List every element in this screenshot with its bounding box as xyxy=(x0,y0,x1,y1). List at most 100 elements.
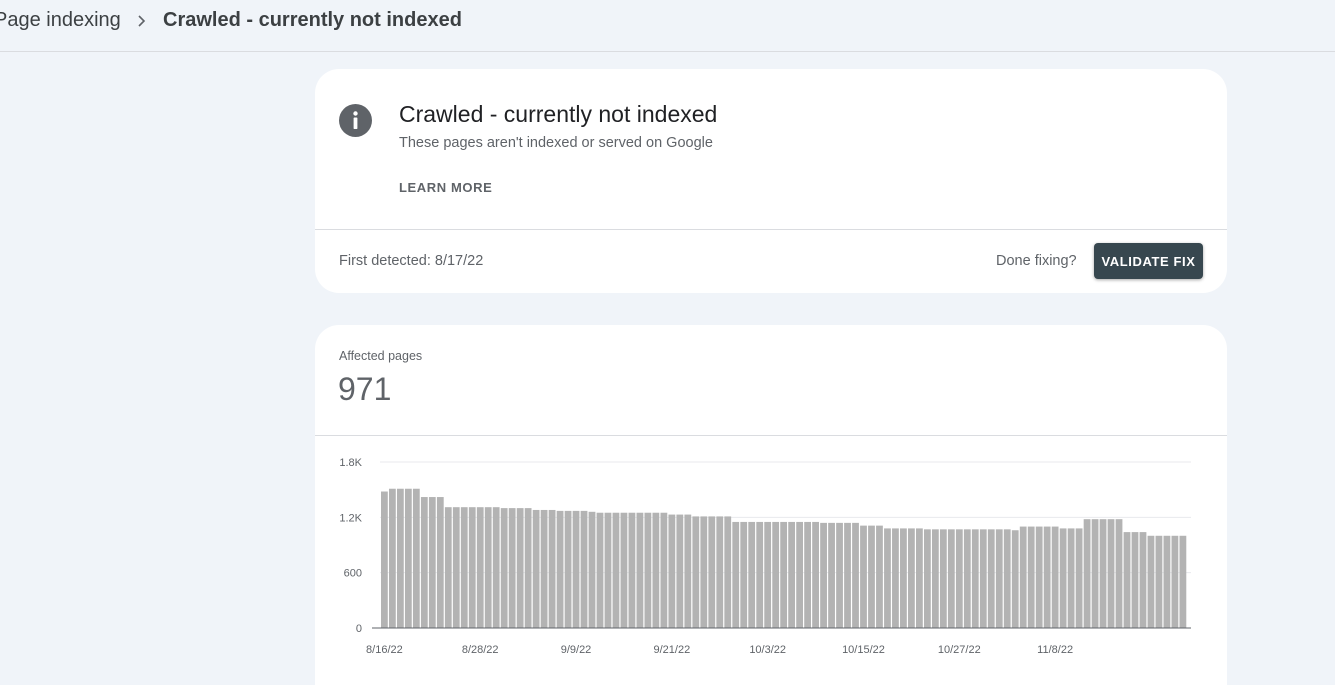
chart-bar[interactable] xyxy=(412,488,420,628)
chart-bar[interactable] xyxy=(588,511,596,628)
chart-bar[interactable] xyxy=(1035,526,1043,628)
chart-bar[interactable] xyxy=(668,514,676,628)
chart-bar[interactable] xyxy=(381,491,388,628)
chart-bar[interactable] xyxy=(444,507,452,628)
chart-bar[interactable] xyxy=(764,521,772,628)
chart-bar[interactable] xyxy=(812,521,819,628)
chart-bar[interactable] xyxy=(995,529,1003,628)
chart-bar[interactable] xyxy=(1115,519,1123,628)
chart-bar[interactable] xyxy=(1179,535,1187,628)
chart-bar[interactable] xyxy=(660,512,668,628)
chart-bar[interactable] xyxy=(468,507,476,628)
validate-fix-button[interactable]: VALIDATE FIX xyxy=(1094,243,1203,279)
chart-bar[interactable] xyxy=(420,497,428,628)
chart-bar[interactable] xyxy=(628,512,636,628)
chart-bar[interactable] xyxy=(708,516,716,628)
breadcrumb-parent-link[interactable]: Page indexing xyxy=(0,9,121,32)
chart-bar[interactable] xyxy=(796,521,804,628)
chart-bar[interactable] xyxy=(1083,519,1091,628)
chart-bar[interactable] xyxy=(1003,529,1011,628)
chart-bar[interactable] xyxy=(860,525,867,628)
chart-bar[interactable] xyxy=(740,521,748,628)
chart-bar[interactable] xyxy=(955,529,963,628)
chart-bar[interactable] xyxy=(836,522,843,628)
chart-bar[interactable] xyxy=(1059,528,1067,628)
chart-bar[interactable] xyxy=(1011,530,1019,628)
chart-bar[interactable] xyxy=(876,525,883,628)
chart-bar[interactable] xyxy=(484,507,492,628)
chart-bar[interactable] xyxy=(884,528,891,628)
chart-bar[interactable] xyxy=(724,516,732,628)
chart-bar[interactable] xyxy=(892,528,899,628)
chart-bar[interactable] xyxy=(732,521,740,628)
chart-bar[interactable] xyxy=(979,529,987,628)
chart-bar[interactable] xyxy=(620,512,628,628)
chart-bar[interactable] xyxy=(572,510,580,628)
chart-bar[interactable] xyxy=(947,529,955,628)
chart-bar[interactable] xyxy=(1051,526,1059,628)
chart-bar[interactable] xyxy=(508,508,516,628)
chart-bar[interactable] xyxy=(516,508,524,628)
chart-bar[interactable] xyxy=(564,510,572,628)
chart-bar[interactable] xyxy=(1147,535,1155,628)
chart-bar[interactable] xyxy=(644,512,652,628)
chart-bar[interactable] xyxy=(652,512,660,628)
chart-bar[interactable] xyxy=(1139,532,1147,628)
chart-bar[interactable] xyxy=(908,528,915,628)
chart-bar[interactable] xyxy=(780,521,788,628)
chart-bar[interactable] xyxy=(388,488,396,628)
chart-bar[interactable] xyxy=(524,508,532,628)
chart-bar[interactable] xyxy=(540,509,548,628)
chart-bar[interactable] xyxy=(820,522,827,628)
chart-bar[interactable] xyxy=(844,522,851,628)
chart-bar[interactable] xyxy=(436,497,444,628)
chart-bar[interactable] xyxy=(772,521,780,628)
chart-bar[interactable] xyxy=(500,508,508,628)
chart-bar[interactable] xyxy=(404,488,412,628)
chart-bar[interactable] xyxy=(684,514,692,628)
chart-bar[interactable] xyxy=(931,529,939,628)
chart-bar[interactable] xyxy=(971,529,979,628)
chart-bar[interactable] xyxy=(900,528,907,628)
chart-bar[interactable] xyxy=(548,509,556,628)
chart-bar[interactable] xyxy=(452,507,460,628)
chart-bar[interactable] xyxy=(923,529,931,628)
chart-bar[interactable] xyxy=(916,528,923,628)
chart-bar[interactable] xyxy=(636,512,644,628)
chart-bar[interactable] xyxy=(556,510,564,628)
chart-bar[interactable] xyxy=(1131,532,1139,628)
chart-bar[interactable] xyxy=(1163,535,1171,628)
chart-bar[interactable] xyxy=(676,514,684,628)
chart-bar[interactable] xyxy=(532,509,540,628)
chart-bar[interactable] xyxy=(804,521,811,628)
chart-bar[interactable] xyxy=(1067,528,1075,628)
chart-bar[interactable] xyxy=(1075,528,1083,628)
chart-bar[interactable] xyxy=(428,497,436,628)
chart-bar[interactable] xyxy=(460,507,468,628)
chart-bar[interactable] xyxy=(612,512,620,628)
chart-bar[interactable] xyxy=(868,525,875,628)
chart-bar[interactable] xyxy=(700,516,708,628)
chart-bar[interactable] xyxy=(476,507,484,628)
chart-bar[interactable] xyxy=(716,516,724,628)
chart-bar[interactable] xyxy=(1043,526,1051,628)
chart-bar[interactable] xyxy=(788,521,796,628)
chart-bar[interactable] xyxy=(580,510,588,628)
chart-bar[interactable] xyxy=(963,529,971,628)
chart-bar[interactable] xyxy=(396,488,404,628)
chart-bar[interactable] xyxy=(1099,519,1107,628)
chart-bar[interactable] xyxy=(828,522,835,628)
chart-bar[interactable] xyxy=(1155,535,1163,628)
chart-bar[interactable] xyxy=(987,529,995,628)
chart-bar[interactable] xyxy=(756,521,764,628)
chart-bar[interactable] xyxy=(1123,532,1131,628)
learn-more-link[interactable]: LEARN MORE xyxy=(399,180,492,195)
chart-bar[interactable] xyxy=(1107,519,1115,628)
chart-bar[interactable] xyxy=(596,512,604,628)
chart-bar[interactable] xyxy=(852,522,859,628)
chart-bar[interactable] xyxy=(492,507,500,628)
chart-bar[interactable] xyxy=(1091,519,1099,628)
chart-bar[interactable] xyxy=(604,512,612,628)
chart-bar[interactable] xyxy=(939,529,947,628)
chart-bar[interactable] xyxy=(1171,535,1179,628)
